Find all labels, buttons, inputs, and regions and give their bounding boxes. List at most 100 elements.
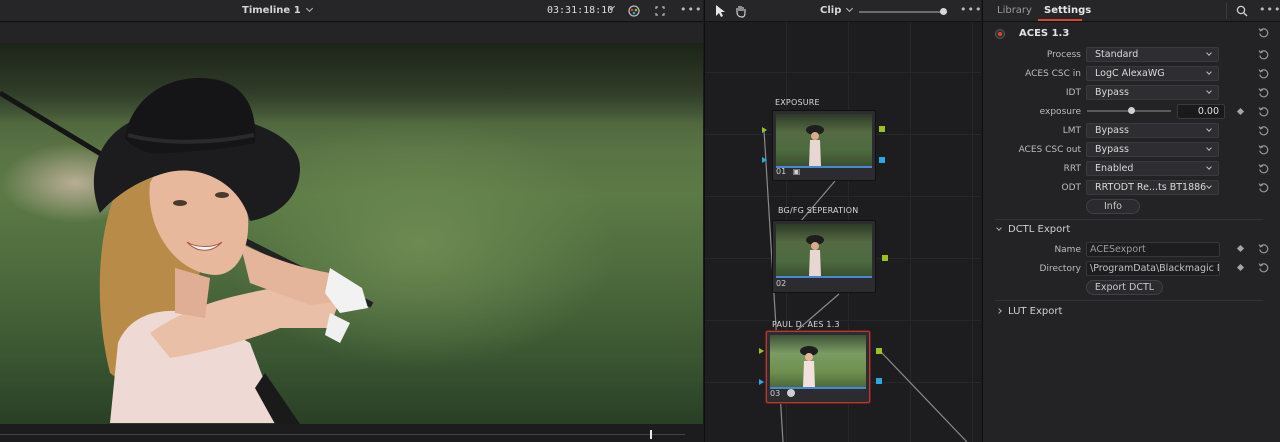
node-thumbnail	[776, 224, 872, 276]
info-button[interactable]: Info	[1086, 199, 1140, 214]
dctl-export-title: DCTL Export	[1008, 224, 1071, 235]
process-select[interactable]: Standard	[1086, 47, 1219, 62]
reset-icon[interactable]	[1258, 182, 1269, 193]
viewer-header: Timeline 1 03:31:18:10 •••	[0, 0, 703, 22]
node-thumbnail	[776, 114, 872, 166]
lut-export-section[interactable]: LUT Export	[996, 306, 1062, 317]
output-port-alpha[interactable]	[876, 378, 882, 384]
output-port-alpha[interactable]	[879, 157, 885, 163]
node-03[interactable]: 03	[766, 331, 870, 403]
timeline-selector[interactable]: Timeline 1	[242, 4, 313, 16]
chevron-down-icon	[1206, 69, 1212, 75]
export-directory-input[interactable]: \ProgramData\Blackmagic De	[1086, 261, 1220, 276]
keyframe-icon[interactable]	[1236, 263, 1245, 272]
export-name-input[interactable]: ACESexport	[1086, 242, 1220, 257]
chevron-down-icon	[1206, 50, 1212, 56]
dctl-export-section[interactable]: DCTL Export	[996, 224, 1071, 235]
reset-icon[interactable]	[1258, 262, 1269, 273]
odt-label: ODT	[1061, 183, 1081, 193]
input-port-alpha[interactable]	[762, 157, 767, 163]
node-thumbnail	[770, 335, 866, 387]
node-footer: 02	[776, 278, 786, 290]
process-label: Process	[1046, 50, 1081, 60]
more-options-icon[interactable]: •••	[680, 3, 701, 19]
lmt-select[interactable]: Bypass	[1086, 123, 1219, 138]
exposure-label: exposure	[1039, 107, 1081, 117]
output-port-rgb[interactable]	[879, 126, 885, 132]
reset-icon[interactable]	[1258, 27, 1269, 38]
aces-csc-out-label: ACES CSC out	[1018, 145, 1081, 155]
section-divider	[995, 219, 1263, 220]
aces-csc-in-value: LogC AlexaWG	[1095, 68, 1165, 79]
rrt-label: RRT	[1063, 164, 1081, 174]
active-tab-indicator	[1038, 19, 1082, 21]
chevron-down-icon	[1206, 164, 1212, 170]
input-port-rgb[interactable]	[759, 348, 764, 354]
node-02[interactable]: 02	[772, 220, 876, 293]
output-port-rgb[interactable]	[876, 348, 882, 354]
output-port-rgb[interactable]	[882, 255, 888, 261]
aces-csc-out-value: Bypass	[1095, 144, 1129, 155]
keyframe-icon[interactable]	[1236, 107, 1245, 116]
aces-csc-out-select[interactable]: Bypass	[1086, 142, 1219, 157]
export-dctl-button[interactable]: Export DCTL	[1086, 280, 1163, 295]
color-wheel-icon[interactable]	[625, 3, 643, 19]
fullscreen-icon[interactable]	[651, 3, 669, 19]
node-label: PAUL D. AES 1.3	[772, 320, 840, 329]
camera-raw-icon: ▣	[792, 167, 801, 176]
reset-icon[interactable]	[1258, 87, 1269, 98]
input-port-alpha[interactable]	[759, 379, 764, 385]
node-label: EXPOSURE	[775, 98, 820, 107]
golfer-image	[0, 78, 374, 424]
node-progress-bar	[776, 276, 872, 278]
idt-value: Bypass	[1095, 87, 1129, 98]
search-icon[interactable]	[1236, 5, 1248, 17]
plugin-enable-toggle[interactable]	[995, 29, 1005, 39]
keyframe-icon[interactable]	[1236, 244, 1245, 253]
reset-icon[interactable]	[1258, 144, 1269, 155]
rrt-value: Enabled	[1095, 163, 1134, 174]
rrt-select[interactable]: Enabled	[1086, 161, 1219, 176]
node-01[interactable]: 01 ▣	[772, 110, 876, 181]
input-port-rgb[interactable]	[762, 127, 767, 133]
name-label: Name	[1054, 245, 1081, 255]
viewer-scrubber[interactable]	[0, 424, 703, 442]
aces-csc-in-label: ACES CSC in	[1025, 69, 1081, 79]
odt-value: RRTODT Re...ts BT1886	[1095, 182, 1207, 193]
reset-icon[interactable]	[1258, 243, 1269, 254]
node-number: 03	[770, 389, 781, 398]
idt-select[interactable]: Bypass	[1086, 85, 1219, 100]
panel-header: Library Settings •••	[983, 0, 1280, 22]
node-number: 02	[776, 279, 787, 288]
node-footer: 01 ▣	[776, 166, 800, 178]
process-value: Standard	[1095, 49, 1139, 60]
reset-icon[interactable]	[1258, 49, 1269, 60]
thumbnail-figure	[806, 235, 824, 276]
node-label: BG/FG SEPERATION	[778, 206, 859, 215]
timecode-display[interactable]: 03:31:18:10	[547, 5, 613, 16]
more-options-icon[interactable]: •••	[1259, 3, 1280, 19]
openfx-icon	[786, 389, 795, 397]
plugin-title: ACES 1.3	[1019, 28, 1070, 39]
reset-icon[interactable]	[1258, 125, 1269, 136]
chevron-down-icon	[1206, 145, 1212, 151]
reset-icon[interactable]	[1258, 68, 1269, 79]
exposure-slider-knob[interactable]	[1128, 107, 1135, 114]
video-frame[interactable]	[0, 43, 703, 424]
node-number: 01	[776, 167, 787, 176]
chevron-down-icon	[1206, 126, 1212, 132]
scrub-track[interactable]	[0, 434, 685, 435]
reset-icon[interactable]	[1258, 106, 1269, 117]
aces-csc-in-select[interactable]: LogC AlexaWG	[1086, 66, 1219, 81]
viewer-panel: Timeline 1 03:31:18:10 •••	[0, 0, 703, 442]
viewer-toolbar-strip	[0, 23, 703, 43]
exposure-input[interactable]: 0.00	[1177, 104, 1225, 119]
odt-select[interactable]: RRTODT Re...ts BT1886	[1086, 180, 1219, 195]
node-editor[interactable]: Clip ••• EXPOSURE 01 ▣ BG/FG SEPERATION	[704, 0, 981, 442]
chevron-down-icon	[1206, 183, 1212, 189]
tab-library[interactable]: Library	[997, 5, 1032, 16]
tab-settings[interactable]: Settings	[1044, 5, 1091, 16]
playhead[interactable]	[650, 430, 652, 439]
reset-icon[interactable]	[1258, 163, 1269, 174]
thumbnail-figure	[800, 346, 818, 387]
